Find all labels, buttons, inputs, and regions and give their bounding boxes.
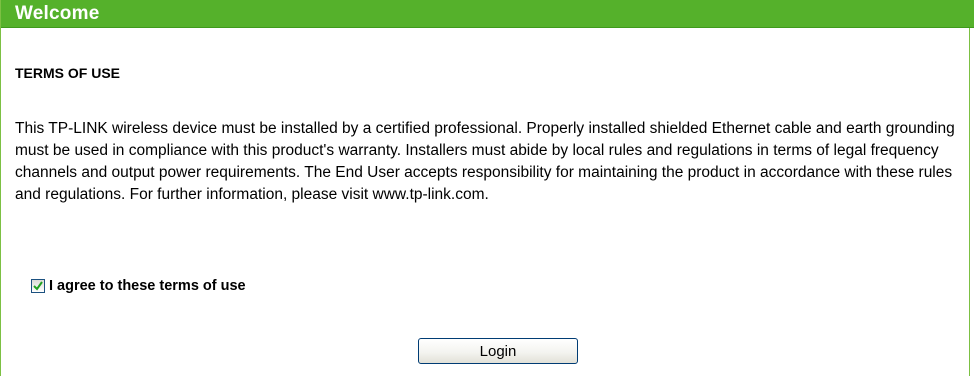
title-bar: Welcome (1, 0, 974, 28)
check-mark-icon (33, 281, 43, 291)
terms-text: This TP-LINK wireless device must be ins… (15, 120, 955, 203)
login-button[interactable]: Login (418, 338, 578, 364)
welcome-panel: Welcome TERMS OF USE This TP-LINK wirele… (0, 0, 974, 376)
agree-checkbox[interactable] (31, 279, 45, 293)
agree-row[interactable]: I agree to these terms of use (31, 277, 246, 295)
agree-label[interactable]: I agree to these terms of use (49, 278, 246, 294)
page-title: Welcome (15, 3, 100, 24)
terms-heading: TERMS OF USE (15, 65, 121, 81)
